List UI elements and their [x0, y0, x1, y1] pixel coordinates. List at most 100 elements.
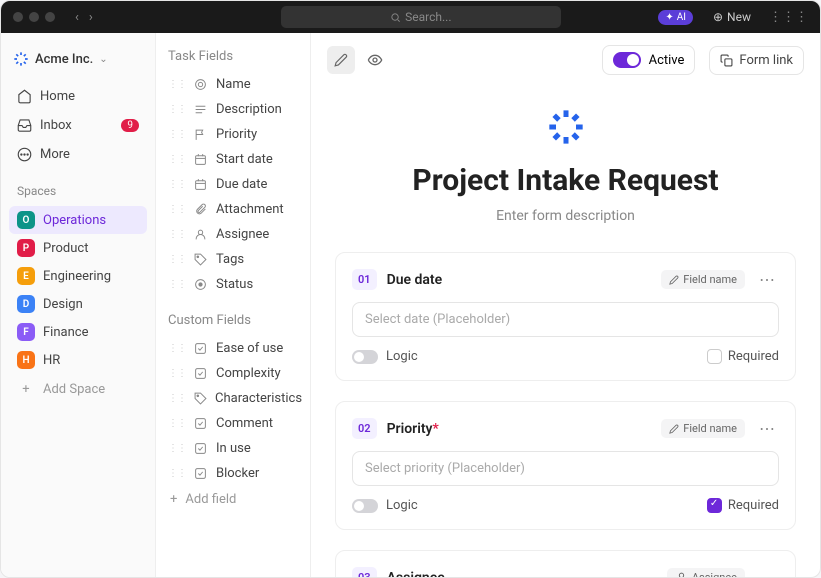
preview-button[interactable]	[361, 46, 389, 74]
form-logo-icon[interactable]	[546, 107, 586, 147]
checkbox-icon	[194, 417, 208, 430]
eye-icon	[367, 52, 383, 68]
window-controls[interactable]	[13, 12, 55, 22]
form-field-card[interactable]: 02 Priority* Field name ⋯ Select priorit…	[335, 401, 796, 530]
space-label: Product	[43, 241, 88, 256]
field-item-in-use[interactable]: ⋮⋮In use	[156, 436, 310, 461]
logic-toggle[interactable]	[352, 499, 378, 513]
tag-icon	[194, 392, 207, 405]
field-title: Priority*	[387, 421, 439, 437]
add-field-label: Add field	[185, 492, 236, 507]
add-space-label: Add Space	[43, 382, 105, 397]
required-checkbox[interactable]: Required	[707, 349, 779, 364]
field-item-blocker[interactable]: ⋮⋮Blocker	[156, 461, 310, 486]
nav-inbox[interactable]: Inbox 9	[9, 112, 147, 139]
active-toggle[interactable]: Active	[602, 45, 696, 75]
form-description[interactable]: Enter form description	[496, 208, 635, 224]
space-item-engineering[interactable]: EEngineering	[9, 262, 147, 290]
logic-toggle[interactable]	[352, 350, 378, 364]
drag-handle-icon[interactable]: ⋮⋮	[168, 279, 186, 290]
form-title[interactable]: Project Intake Request	[412, 163, 718, 198]
drag-handle-icon[interactable]: ⋮⋮	[168, 254, 186, 265]
field-item-complexity[interactable]: ⋮⋮Complexity	[156, 361, 310, 386]
edit-mode-button[interactable]	[327, 46, 355, 74]
org-switcher[interactable]: Acme Inc. ⌄	[9, 45, 147, 81]
checkbox-icon	[194, 467, 208, 480]
drag-handle-icon[interactable]: ⋮⋮	[168, 154, 186, 165]
field-label: Attachment	[216, 202, 284, 217]
field-label: Priority	[216, 127, 257, 142]
nav-more[interactable]: More	[9, 141, 147, 168]
drag-handle-icon[interactable]: ⋮⋮	[168, 129, 186, 140]
form-field-card[interactable]: 03 Assignee Assignee ⋯	[335, 550, 796, 577]
field-menu-button[interactable]: ⋯	[755, 568, 779, 577]
field-input[interactable]: Select priority (Placeholder)	[352, 451, 779, 486]
apps-grid-icon[interactable]: ⋮⋮⋮	[769, 10, 808, 25]
search-input[interactable]: Search...	[281, 6, 561, 28]
field-item-start-date[interactable]: ⋮⋮ Start date	[156, 147, 310, 172]
space-item-hr[interactable]: HHR	[9, 346, 147, 374]
space-item-design[interactable]: DDesign	[9, 290, 147, 318]
plus-circle-icon: ⊕	[713, 10, 723, 24]
home-icon	[17, 89, 32, 104]
drag-handle-icon[interactable]: ⋮⋮	[168, 418, 186, 429]
drag-handle-icon[interactable]: ⋮⋮	[168, 79, 186, 90]
field-input[interactable]: Select date (Placeholder)	[352, 302, 779, 337]
drag-handle-icon[interactable]: ⋮⋮	[168, 104, 186, 115]
field-item-status[interactable]: ⋮⋮Status	[156, 272, 310, 297]
new-button[interactable]: ⊕ New	[713, 10, 751, 24]
space-item-product[interactable]: P Product	[9, 234, 147, 262]
drag-handle-icon[interactable]: ⋮⋮	[168, 229, 186, 240]
field-chip[interactable]: Field name	[661, 419, 745, 438]
spaces-heading: Spaces	[9, 170, 147, 204]
add-space-button[interactable]: + Add Space	[9, 376, 147, 403]
drag-handle-icon[interactable]: ⋮⋮	[168, 368, 186, 379]
drag-handle-icon[interactable]: ⋮⋮	[168, 468, 186, 479]
field-menu-button[interactable]: ⋯	[755, 270, 779, 289]
space-label: Finance	[43, 325, 88, 340]
task-fields-heading: Task Fields	[156, 49, 310, 72]
field-item-characteristics[interactable]: ⋮⋮Characteristics	[156, 386, 310, 411]
drag-handle-icon[interactable]: ⋮⋮	[168, 179, 186, 190]
space-item-operations[interactable]: OOperations	[9, 206, 147, 234]
field-item-attachment[interactable]: ⋮⋮ Attachment	[156, 197, 310, 222]
drag-handle-icon[interactable]: ⋮⋮	[168, 204, 186, 215]
nav-home[interactable]: Home	[9, 83, 147, 110]
field-item-priority[interactable]: ⋮⋮ Priority	[156, 122, 310, 147]
drag-handle-icon[interactable]: ⋮⋮	[168, 443, 186, 454]
pencil-icon	[669, 424, 679, 434]
nav-back-icon[interactable]: ‹	[75, 10, 79, 25]
field-item-description[interactable]: ⋮⋮Description	[156, 97, 310, 122]
primary-sidebar: Acme Inc. ⌄ Home Inbox 9 More Spaces OOp…	[1, 33, 156, 577]
checkbox-icon	[194, 342, 208, 355]
field-menu-button[interactable]: ⋯	[755, 419, 779, 438]
lines-icon	[194, 103, 208, 116]
field-item-tags[interactable]: ⋮⋮Tags	[156, 247, 310, 272]
form-link-label: Form link	[739, 53, 793, 68]
nav-forward-icon[interactable]: ›	[89, 10, 93, 25]
field-item-due-date[interactable]: ⋮⋮Due date	[156, 172, 310, 197]
space-icon: O	[17, 211, 35, 229]
ai-badge[interactable]: ✦ AI	[658, 10, 693, 25]
drag-handle-icon[interactable]: ⋮⋮	[168, 343, 186, 354]
add-field-button[interactable]: + Add field	[156, 486, 310, 513]
space-item-finance[interactable]: FFinance	[9, 318, 147, 346]
field-label: Start date	[216, 152, 273, 167]
sparkle-icon: ✦	[665, 12, 673, 23]
form-link-button[interactable]: Form link	[709, 46, 804, 75]
custom-fields-heading: Custom Fields	[156, 297, 310, 336]
space-icon: P	[17, 239, 35, 257]
field-item-comment[interactable]: ⋮⋮Comment	[156, 411, 310, 436]
field-item-assignee[interactable]: ⋮⋮Assignee	[156, 222, 310, 247]
form-field-card[interactable]: 01 Due date Field name ⋯ Select date (Pl…	[335, 252, 796, 381]
space-icon: E	[17, 267, 35, 285]
drag-handle-icon[interactable]: ⋮⋮	[168, 393, 186, 404]
field-chip[interactable]: Assignee	[667, 568, 745, 577]
field-chip[interactable]: Field name	[661, 270, 745, 289]
person-icon	[675, 571, 688, 577]
required-label: Required	[728, 349, 779, 364]
field-item-ease-of-use[interactable]: ⋮⋮Ease of use	[156, 336, 310, 361]
required-checkbox[interactable]: Required	[707, 498, 779, 513]
space-icon: D	[17, 295, 35, 313]
field-item-name[interactable]: ⋮⋮Name	[156, 72, 310, 97]
